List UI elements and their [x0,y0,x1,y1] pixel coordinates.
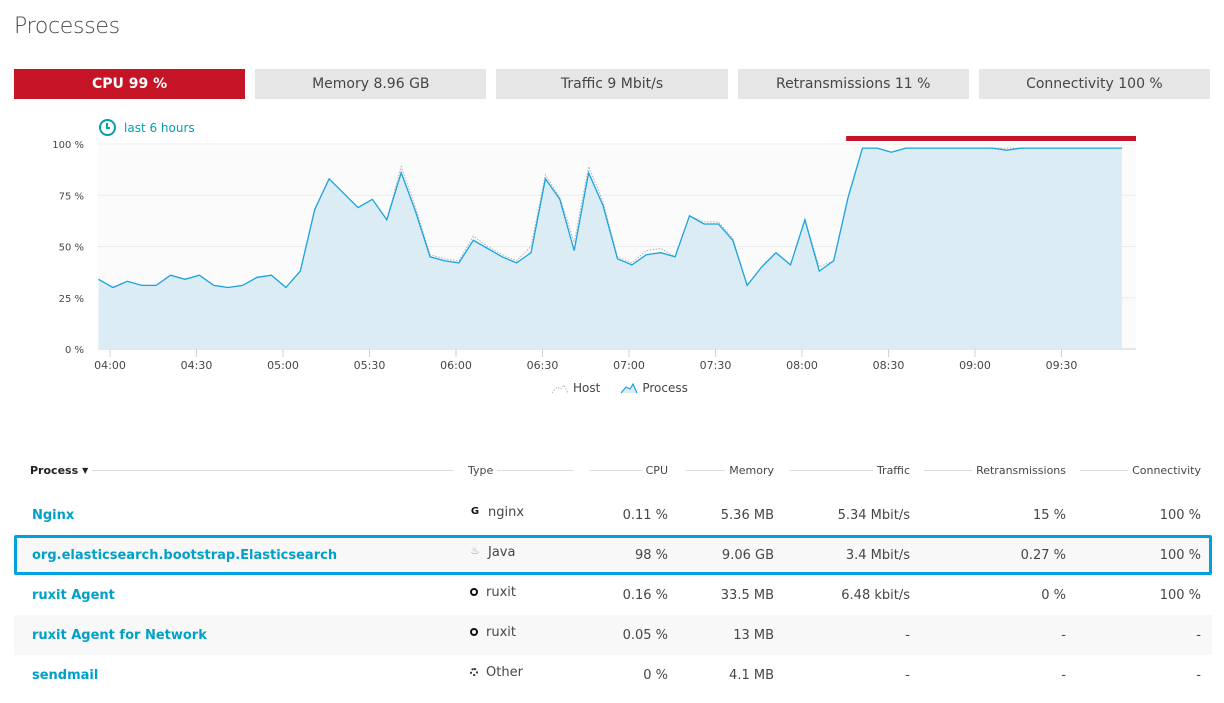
y-tick-label: 0 % [65,345,84,356]
memory-value: 33.5 MB [720,587,774,603]
traffic-value: 5.34 Mbit/s [837,507,910,523]
legend-label-process: Process [642,381,688,395]
connectivity-value: 100 % [1159,547,1201,563]
memory-value: 9.06 GB [721,547,774,563]
other-process-icon [470,668,478,676]
y-tick-label: 75 % [59,191,84,202]
y-tick-label: 25 % [59,294,84,305]
table-row[interactable]: Nginx Gnginx 0.11 % 5.36 MB 5.34 Mbit/s … [14,495,1212,535]
tab-cpu[interactable]: CPU 99 % [14,69,246,99]
table-row[interactable]: ruxit Agent ruxit 0.16 % 33.5 MB 6.48 kb… [14,575,1212,615]
process-table: Process ▼ Type CPU Memory Traffic Retran… [14,457,1212,695]
retransmissions-value: - [1061,627,1066,643]
process-type: Java [488,544,516,560]
y-tick-label: 100 % [52,140,84,151]
column-header-cpu[interactable]: CPU [574,464,668,477]
x-tick-label: 07:30 [700,359,732,372]
x-tick-label: 07:00 [613,359,645,372]
table-row[interactable]: sendmail Other 0 % 4.1 MB - - - [14,655,1212,695]
column-header-retransmissions[interactable]: Retransmissions [910,464,1066,477]
x-tick-label: 08:00 [786,359,818,372]
nginx-icon: G [470,506,480,517]
cpu-value: 98 % [634,547,668,563]
ruxit-icon [470,628,478,636]
process-type: nginx [488,504,525,520]
x-tick-label: 04:00 [94,359,126,372]
table-row[interactable]: ruxit Agent for Network ruxit 0.05 % 13 … [14,615,1212,655]
process-name-link[interactable]: ruxit Agent [14,588,454,603]
legend-item-process[interactable]: Process [620,381,688,395]
cpu-value: 0.16 % [622,587,668,603]
process-name-link[interactable]: Nginx [14,508,454,523]
retransmissions-value: 0 % [1041,587,1066,603]
process-type: ruxit [486,584,516,600]
java-icon: ♨ [470,546,480,557]
column-header-memory[interactable]: Memory [668,464,774,477]
process-name-link[interactable]: sendmail [14,668,454,683]
traffic-value: 6.48 kbit/s [841,587,910,603]
x-tick-label: 09:30 [1046,359,1078,372]
retransmissions-value: 0.27 % [1020,547,1066,563]
chart-legend: Host Process [551,381,688,395]
cpu-chart[interactable]: 0 % 25 % 50 % 75 % 100 % 04:00 04:30 05:00 05:30… [0,130,1224,380]
column-header-type[interactable]: Type [454,464,574,477]
x-tick-label: 04:30 [181,359,213,372]
x-tick-label: 05:00 [267,359,299,372]
legend-item-host[interactable]: Host [551,381,600,395]
connectivity-value: 100 % [1159,587,1201,603]
process-name-link[interactable]: ruxit Agent for Network [14,628,454,643]
x-tick-label: 09:00 [959,359,991,372]
x-tick-label: 05:30 [354,359,386,372]
ruxit-icon [470,588,478,596]
caret-down-icon: ▼ [82,465,89,475]
column-header-process[interactable]: Process ▼ [14,464,454,477]
memory-value: 5.36 MB [720,507,774,523]
memory-value: 4.1 MB [729,667,774,683]
tab-memory[interactable]: Memory 8.96 GB [255,69,487,99]
connectivity-value: 100 % [1159,507,1201,523]
process-type: ruxit [486,624,516,640]
traffic-value: - [905,627,910,643]
memory-value: 13 MB [733,627,774,643]
x-tick-label: 06:30 [527,359,559,372]
table-row-selected[interactable]: org.elasticsearch.bootstrap.Elasticsearc… [14,535,1212,575]
retransmissions-value: 15 % [1032,507,1066,523]
connectivity-value: - [1196,627,1201,643]
cpu-value: 0.11 % [622,507,668,523]
page-title: Processes [14,14,120,39]
x-tick-label: 06:00 [440,359,472,372]
retransmissions-value: - [1061,667,1066,683]
process-type: Other [486,664,523,680]
tab-retransmissions[interactable]: Retransmissions 11 % [737,69,969,99]
metric-tabs: CPU 99 % Memory 8.96 GB Traffic 9 Mbit/s… [14,69,1211,99]
alert-band [846,136,1136,141]
column-header-traffic[interactable]: Traffic [774,464,910,477]
cpu-value: 0.05 % [622,627,668,643]
tab-traffic[interactable]: Traffic 9 Mbit/s [496,69,728,99]
host-series-icon [551,384,569,394]
column-header-connectivity[interactable]: Connectivity [1066,464,1201,477]
traffic-value: - [905,667,910,683]
connectivity-value: - [1196,667,1201,683]
tab-connectivity[interactable]: Connectivity 100 % [978,69,1211,99]
table-header: Process ▼ Type CPU Memory Traffic Retran… [14,457,1212,483]
process-name-link[interactable]: org.elasticsearch.bootstrap.Elasticsearc… [14,548,454,563]
legend-label-host: Host [573,381,601,395]
traffic-value: 3.4 Mbit/s [845,547,910,563]
x-tick-label: 08:30 [873,359,905,372]
cpu-value: 0 % [643,667,668,683]
y-tick-label: 50 % [59,243,84,254]
process-series-icon [620,382,638,394]
